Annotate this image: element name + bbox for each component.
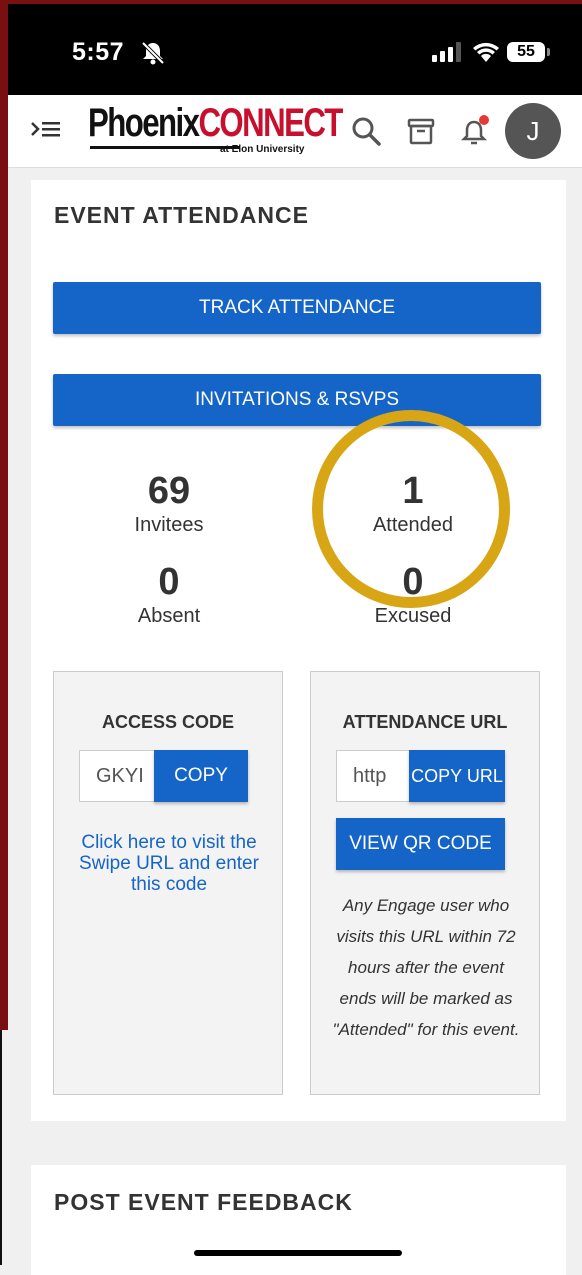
- copy-url-button[interactable]: COPY URL: [409, 750, 505, 802]
- stat-label: Absent: [137, 605, 201, 627]
- home-indicator[interactable]: [194, 1250, 402, 1256]
- wifi-icon: [473, 42, 499, 62]
- menu-expand-icon[interactable]: [30, 119, 62, 143]
- view-qr-code-button[interactable]: VIEW QR CODE: [336, 818, 505, 870]
- search-icon[interactable]: [350, 115, 382, 147]
- panel-title: ACCESS CODE: [101, 712, 235, 732]
- logo-wordmark: PhoenixCONNECT: [88, 101, 343, 145]
- invitations-rsvps-button[interactable]: INVITATIONS & RSVPS: [53, 374, 541, 426]
- copy-code-button[interactable]: COPY: [154, 750, 248, 802]
- attendance-url-note: Any Engage user who visits this URL with…: [332, 896, 520, 1039]
- app-bar: PhoenixCONNECT at Elon University J: [8, 95, 582, 168]
- stat-absent: 0 Absent: [69, 560, 269, 628]
- stat-value: 69: [147, 470, 191, 512]
- track-attendance-button[interactable]: TRACK ATTENDANCE: [53, 282, 541, 334]
- notification-dot: [479, 115, 489, 125]
- section-title: EVENT ATTENDANCE: [54, 202, 309, 228]
- battery-indicator: 55: [507, 42, 550, 62]
- status-time: 5:57: [72, 38, 125, 66]
- post-event-feedback-card: POST EVENT FEEDBACK: [31, 1165, 566, 1275]
- avatar[interactable]: J: [505, 103, 561, 159]
- archive-icon[interactable]: [405, 115, 437, 147]
- attendance-url-panel: ATTENDANCE URL http COPY URL VIEW QR COD…: [310, 671, 540, 1095]
- phoenixconnect-logo[interactable]: PhoenixCONNECT at Elon University: [88, 101, 343, 159]
- notifications-bell-icon[interactable]: [458, 115, 490, 147]
- access-code-panel: ACCESS CODE GKYI COPY Click here to visi…: [53, 671, 283, 1095]
- panel-title: ATTENDANCE URL: [342, 712, 508, 732]
- stat-invitees: 69 Invitees: [69, 469, 269, 537]
- bell-muted-icon: [141, 41, 165, 65]
- attended-highlight-circle: [312, 410, 510, 608]
- status-bar: 5:57 55: [8, 0, 582, 95]
- section-title: POST EVENT FEEDBACK: [54, 1189, 353, 1215]
- logo-underline: [90, 146, 240, 149]
- stat-label: Invitees: [134, 514, 204, 536]
- device-frame-edge-lower: [0, 1030, 2, 1265]
- device-frame-edge: [0, 0, 8, 1030]
- event-attendance-card: EVENT ATTENDANCE TRACK ATTENDANCE INVITA…: [31, 180, 566, 1121]
- cellular-signal-icon: [432, 42, 461, 62]
- swipe-url-link[interactable]: Click here to visit the Swipe URL and en…: [74, 832, 264, 895]
- stat-value: 0: [158, 561, 180, 603]
- attendance-url-field[interactable]: http: [336, 750, 412, 802]
- logo-subtitle: at Elon University: [220, 144, 305, 155]
- access-code-field[interactable]: GKYI: [79, 750, 155, 802]
